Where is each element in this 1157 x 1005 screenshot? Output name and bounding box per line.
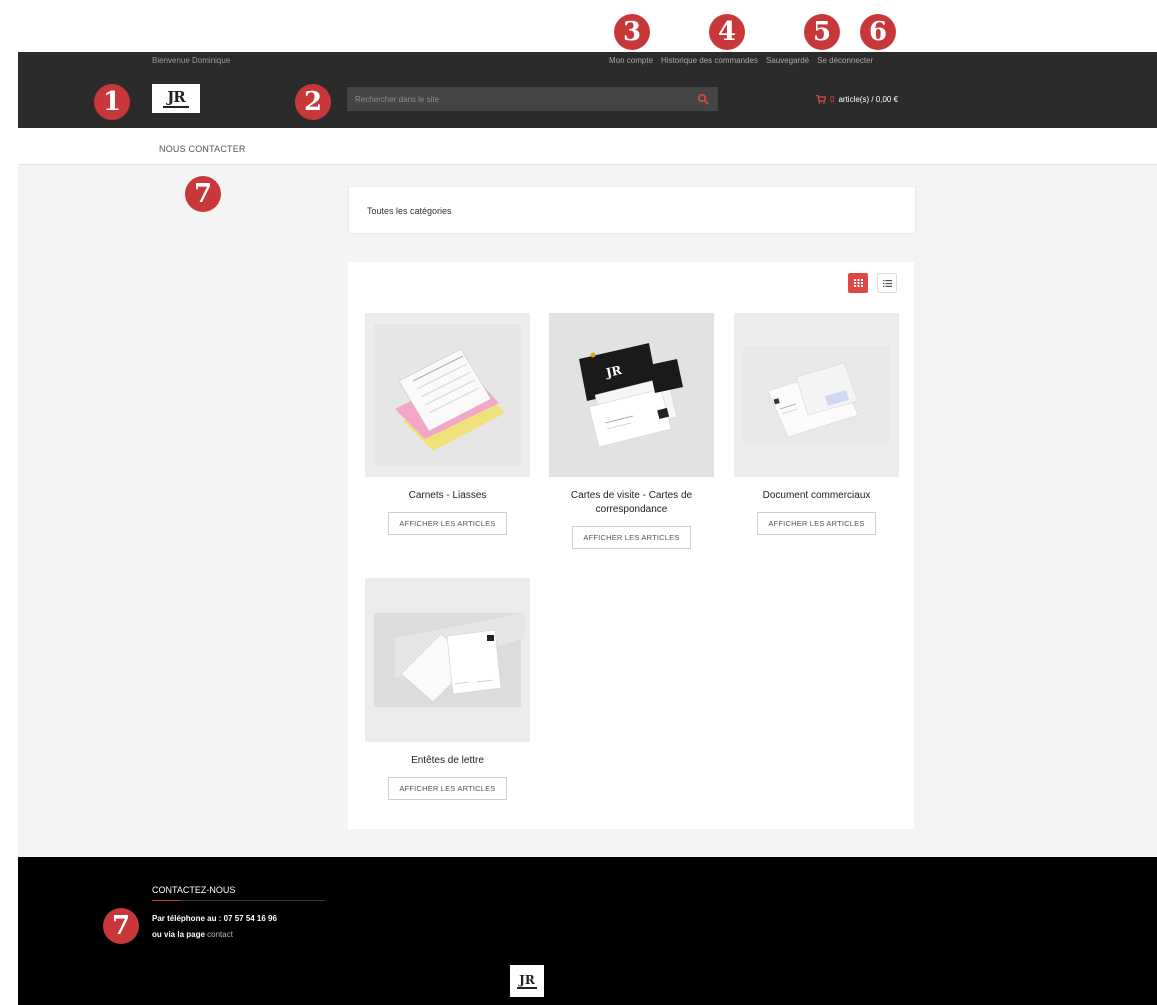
cart-summary[interactable]: 0 article(s) / 0,00 € [816, 95, 898, 104]
show-articles-button[interactable]: AFFICHER LES ARTICLES [757, 512, 876, 535]
annotation-badge-7-footer: 7 [103, 908, 139, 944]
product-image-entetes-de-lettre[interactable] [365, 578, 530, 742]
product-card: Entêtes de lettre AFFICHER LES ARTICLES [365, 578, 530, 800]
footer-contact-page: ou via la page contact [152, 930, 233, 939]
product-image-documents-commerciaux[interactable] [734, 313, 899, 477]
annotation-badge-1: 1 [94, 84, 130, 120]
main-nav: NOUS CONTACTER [18, 128, 1157, 165]
saved-link[interactable]: Sauvegardé [766, 56, 809, 65]
product-title: Cartes de visite - Cartes de corresponda… [570, 490, 693, 515]
product-image-carnets[interactable] [365, 313, 530, 477]
footer-contact-title: CONTACTEZ-NOUS [152, 885, 236, 895]
product-grid-panel: Carnets - Liasses AFFICHER LES ARTICLES … [348, 262, 914, 829]
logo-rule [163, 105, 189, 108]
annotation-badge-2: 2 [295, 84, 331, 120]
nav-contact-link[interactable]: NOUS CONTACTER [159, 144, 246, 154]
cart-count: 0 [830, 95, 835, 104]
show-articles-button[interactable]: AFFICHER LES ARTICLES [388, 512, 507, 535]
grid-view-button[interactable] [848, 273, 868, 293]
list-view-button[interactable] [877, 273, 897, 293]
cart-total: article(s) / 0,00 € [838, 95, 899, 104]
category-breadcrumb-panel: Toutes les catégories [348, 186, 916, 234]
footer-phone: Par téléphone au : 07 57 54 16 96 [152, 914, 277, 923]
product-card: Carnets - Liasses AFFICHER LES ARTICLES [365, 313, 530, 535]
footer-logo-rule [517, 986, 537, 989]
cart-icon [816, 95, 826, 104]
search-bar [347, 87, 718, 111]
annotation-badge-4: 4 [709, 14, 745, 50]
annotation-badge-3: 3 [614, 14, 650, 50]
category-breadcrumb[interactable]: Toutes les catégories [367, 206, 452, 216]
annotation-badge-6: 6 [860, 14, 896, 50]
order-history-link[interactable]: Historique des commandes [661, 56, 758, 65]
annotation-badge-7-nav: 7 [185, 176, 221, 212]
search-icon[interactable] [697, 93, 709, 105]
footer-contact-link[interactable]: contact [207, 930, 233, 939]
footer-logo: JR [510, 965, 544, 997]
top-bar: Bienvenue Dominique Mon compte Historiqu… [18, 52, 1157, 128]
footer-page-prefix: ou via la page [152, 930, 205, 939]
annotation-badge-5: 5 [804, 14, 840, 50]
site-logo[interactable]: JR [152, 84, 200, 113]
product-image-cartes-de-visite[interactable]: JR [549, 313, 714, 477]
my-account-link[interactable]: Mon compte [609, 56, 653, 65]
grid-icon [853, 279, 863, 287]
product-title: Entêtes de lettre [411, 755, 484, 766]
site-footer: CONTACTEZ-NOUS Par téléphone au : 07 57 … [18, 857, 1157, 1005]
show-articles-button[interactable]: AFFICHER LES ARTICLES [572, 526, 691, 549]
product-title: Document commerciaux [762, 490, 871, 501]
footer-logo-monogram: JR [519, 972, 535, 987]
show-articles-button[interactable]: AFFICHER LES ARTICLES [388, 777, 507, 800]
logout-link[interactable]: Se déconnecter [817, 56, 873, 65]
welcome-text: Bienvenue Dominique [152, 56, 231, 65]
account-links: Mon compte Historique des commandes Sauv… [609, 56, 873, 65]
product-card: JR Cartes de visite - Cartes de correspo… [549, 313, 714, 549]
footer-divider [152, 900, 326, 901]
product-title: Carnets - Liasses [408, 490, 487, 501]
product-card: Document commerciaux AFFICHER LES ARTICL… [734, 313, 899, 535]
logo-monogram: JR [167, 87, 186, 106]
search-input[interactable] [347, 87, 685, 111]
list-icon [882, 279, 892, 287]
